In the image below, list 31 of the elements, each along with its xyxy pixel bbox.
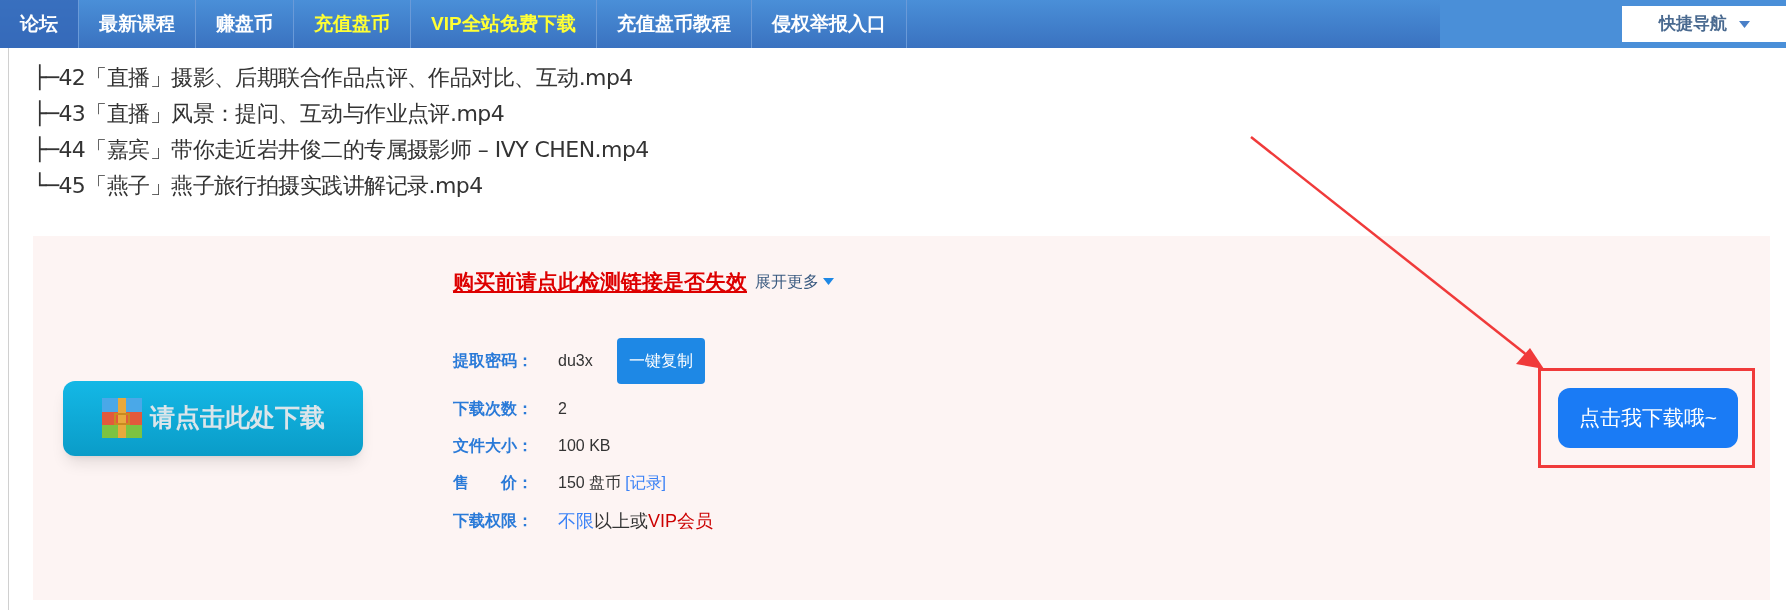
nav-link[interactable]: 最新课程 — [79, 0, 196, 48]
record-link[interactable]: [记录] — [625, 470, 667, 495]
check-link[interactable]: 购买前请点此检测链接是否失效 — [453, 266, 747, 298]
archive-icon — [101, 398, 142, 438]
file-entry: ├─42「直播」摄影、后期联合作品点评、作品对比、互动.mp4 — [33, 63, 634, 93]
file-entry: ├─43「直播」风景：提问、互动与作业点评.mp4 — [33, 99, 506, 129]
field-value: 100 KB — [558, 435, 611, 456]
nav-link[interactable]: 充值盘币教程 — [596, 0, 752, 48]
file-entry: └─45「燕子」燕子旅行拍摄实践讲解记录.mp4 — [33, 171, 484, 200]
download-button[interactable]: 请点击此处下载 — [63, 380, 363, 456]
field-value: 2 — [558, 398, 567, 419]
file-entry: ├─44「嘉宾」带你走近岩井俊二的专属摄影师 – IVY CHEN.mp4 — [33, 135, 650, 165]
expand-button[interactable]: 展开更多 — [755, 269, 834, 294]
caret-icon — [823, 278, 834, 286]
field-label: 下载次数： — [453, 398, 534, 419]
field-label: 下载权限： — [453, 511, 534, 531]
nav-link[interactable]: 论坛 — [0, 0, 79, 48]
field-label: 售 价： — [453, 472, 534, 493]
nav-link[interactable]: VIP全站免费下载 — [411, 0, 597, 48]
nav-link[interactable]: 赚盘币 — [196, 0, 294, 48]
copy-button[interactable]: 一键复制 — [616, 337, 705, 384]
code-value: du3x — [558, 350, 593, 371]
nav-link[interactable]: 充值盘币 — [294, 0, 411, 48]
field-label: 文件大小： — [453, 435, 534, 456]
field-label: 提取密码： — [453, 350, 534, 371]
download-cta-button[interactable]: 点击我下载哦~ — [1558, 388, 1738, 448]
nav-link[interactable]: 侵权举报入口 — [751, 0, 907, 48]
permission-text: 不限以上或VIP会员 — [558, 509, 713, 533]
caret-icon — [1738, 20, 1750, 28]
price-value: 150 盘币 — [558, 472, 622, 493]
quick-nav-button[interactable]: 快捷导航 — [1622, 6, 1786, 42]
